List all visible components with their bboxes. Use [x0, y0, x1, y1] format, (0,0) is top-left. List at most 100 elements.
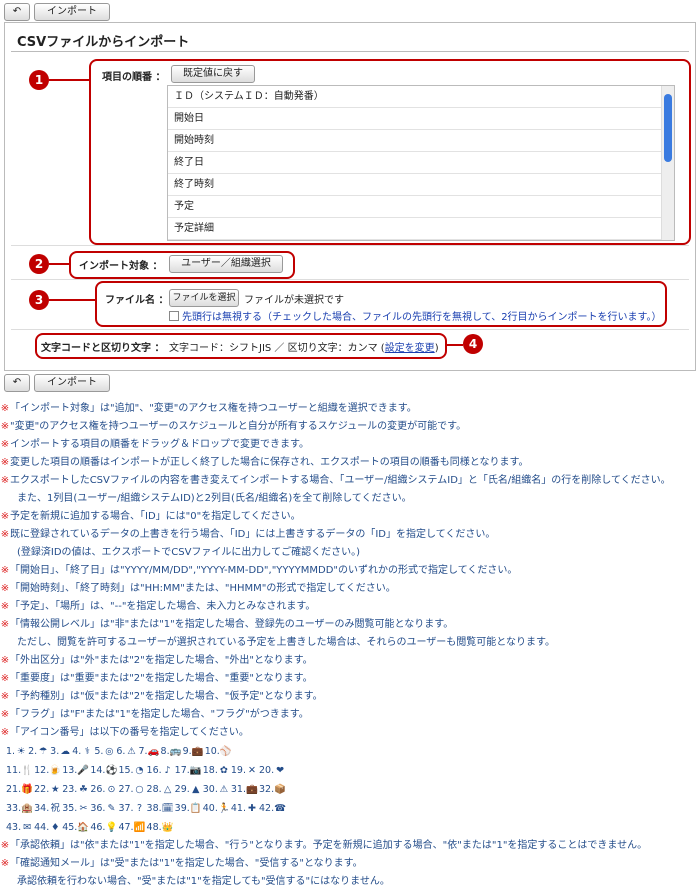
file-status: ファイルが未選択です: [244, 295, 344, 306]
import-button[interactable]: インポート: [34, 3, 110, 21]
order-list-scrollbar[interactable]: [661, 86, 674, 240]
order-list-item[interactable]: 開始時刻: [168, 130, 674, 152]
icon-number: 26.: [90, 784, 106, 795]
icon-number: 35.: [62, 803, 78, 814]
help-note: ※インポートする項目の順番をドラッグ＆ドロップで変更できます。: [0, 436, 700, 454]
schedule-icon: ☁: [60, 746, 70, 757]
schedule-icon: ☂: [38, 746, 48, 757]
icon-number: 45.: [62, 822, 78, 833]
icon-number: 10.: [204, 746, 220, 757]
schedule-icon: ⚕: [84, 746, 90, 757]
asterisk-icon: ※: [0, 421, 10, 432]
icon-number-item: 29. ▲: [175, 780, 202, 799]
select-user-org-button[interactable]: ユーザー／組織選択: [169, 255, 283, 273]
page-title: CSVファイルからインポート: [17, 35, 190, 50]
icon-number: 37.: [118, 803, 134, 814]
encoding-label: 文字コードと区切り文字 ：: [41, 343, 165, 354]
icon-number-item: 36. ✎: [90, 799, 117, 818]
arrow-back-icon: ↶: [12, 6, 22, 17]
icon-number: 48.: [146, 822, 162, 833]
schedule-icon: 🚌: [169, 746, 182, 757]
reset-order-button[interactable]: 既定値に戻す: [171, 65, 255, 83]
order-label: 項目の順番 ：: [102, 72, 166, 83]
schedule-icon: 📷: [189, 765, 202, 776]
help-note: ※「予定」、「場所」は、"--"を指定した場合、未入力とみなされます。: [0, 598, 700, 616]
back-button[interactable]: ↶: [4, 3, 30, 21]
schedule-icon: ✎: [107, 803, 116, 814]
schedule-icon: 🏃: [217, 803, 230, 814]
skip-header-checkbox[interactable]: [169, 311, 179, 321]
divider: [11, 245, 689, 246]
icon-number: 6.: [116, 746, 126, 757]
order-list-item[interactable]: 予定詳細: [168, 218, 674, 240]
help-note: ただし、閲覧を許可するユーザーが選択されている予定を上書きした場合は、それらのユ…: [0, 634, 700, 652]
schedule-icon: ✚: [248, 803, 256, 814]
order-list-item[interactable]: 終了時刻: [168, 174, 674, 196]
callout-leader-2: [49, 263, 69, 265]
help-note: ※エクスポートしたCSVファイルの内容を書き変えてインポートする場合、「ユーザー…: [0, 472, 700, 490]
order-list[interactable]: ＩＤ（システムＩＤ：自動発番）開始日開始時刻終了日終了時刻予定予定詳細場所: [167, 85, 675, 241]
icon-number-item: 32.📦: [259, 780, 286, 799]
choose-file-button[interactable]: ファイルを選択: [169, 289, 239, 307]
icon-number-item: 27. ○: [118, 780, 145, 799]
help-note: ※"変更"のアクセス権を持つユーザーのスケジュールと自分が所有するスケジュールの…: [0, 418, 700, 436]
icon-number: 44.: [34, 822, 50, 833]
schedule-icon: ○: [135, 784, 144, 795]
order-list-item[interactable]: 開始日: [168, 108, 674, 130]
icon-number: 14.: [90, 765, 106, 776]
help-note-text: 「インポート対象」は"追加"、"変更"のアクセス権を持つユーザーと組織を選択でき…: [10, 403, 417, 414]
order-list-item[interactable]: 予定: [168, 196, 674, 218]
help-note-text: 「フラグ」は"F"または"1"を指定した場合、"フラグ"がつきます。: [10, 709, 309, 720]
order-list-item[interactable]: 終了日: [168, 152, 674, 174]
bottom-toolbar: ↶ インポート: [4, 374, 110, 392]
order-list-item[interactable]: ＩＤ（システムＩＤ：自動発番）: [168, 86, 674, 108]
schedule-icon: ✕: [248, 765, 256, 776]
asterisk-icon: ※: [0, 457, 10, 468]
encoding-value: 文字コード：シフトJIS ／ 区切り文字：カンマ (設定を変更): [169, 339, 439, 354]
icon-number: 40.: [202, 803, 218, 814]
schedule-icon: ?: [137, 803, 143, 814]
import-button-bottom[interactable]: インポート: [34, 374, 110, 392]
icon-number-item: 15. ◔: [118, 761, 145, 780]
icon-number: 32.: [258, 784, 275, 795]
schedule-icon: 🏨: [21, 803, 34, 814]
help-note: また、1列目(ユーザー/組織システムID)と2列目(氏名/組織名)を全て削除して…: [0, 490, 700, 508]
schedule-icon: 🚗: [147, 746, 160, 757]
back-button-bottom[interactable]: ↶: [4, 374, 30, 392]
icon-number-item: 5. ◎: [94, 742, 115, 761]
schedule-icon: ⚽: [105, 765, 118, 776]
skip-header-option[interactable]: 先頭行は無視する（チェックした場合、ファイルの先頭行を無視して、2行目からインポ…: [169, 308, 662, 323]
scroll-thumb[interactable]: [664, 94, 672, 162]
help-note-text: 「予約種別」は"仮"または"2"を指定した場合、"仮予定"となります。: [10, 691, 323, 702]
schedule-icon: ⚠: [219, 784, 229, 795]
schedule-icon: 🗓: [161, 803, 174, 814]
schedule-icon: 🍺: [49, 765, 62, 776]
help-note-text: 「重要度」は"重要"または"2"を指定した場合、"重要"となります。: [10, 673, 313, 684]
icon-number-row: 11.🍴12.🍺13.🎤14.⚽15. ◔ 16. ♪ 17.📷18. ✿ 19. ✕ 20. ❤: [0, 761, 700, 780]
schedule-icon: ◔: [135, 765, 144, 776]
title-divider: [11, 51, 689, 52]
icon-number: 27.: [118, 784, 134, 795]
asterisk-icon: ※: [0, 511, 10, 522]
icon-number-item: 26. ⊙: [90, 780, 117, 799]
icon-number-item: 35. ✂: [62, 799, 89, 818]
icon-number: 1.: [6, 746, 16, 757]
schedule-icon: ☘: [79, 784, 88, 795]
callout-badge-3: 3: [29, 290, 49, 310]
help-note: ※「アイコン番号」は以下の番号を指定してください。: [0, 724, 700, 742]
schedule-icon: ★: [50, 784, 60, 795]
icon-number: 20.: [258, 765, 275, 776]
help-note: ※「情報公開レベル」は"非"または"1"を指定した場合、登録先のユーザーのみ閲覧…: [0, 616, 700, 634]
help-note: ※「重要度」は"重要"または"2"を指定した場合、"重要"となります。: [0, 670, 700, 688]
icon-number-item: 30. ⚠: [203, 780, 230, 799]
help-note: ※既に登録されているデータの上書きを行う場合、「ID」には上書きするデータの「I…: [0, 526, 700, 544]
asterisk-icon: ※: [0, 583, 10, 594]
change-settings-link[interactable]: 設定を変更: [385, 343, 435, 354]
schedule-icon: 祝: [50, 803, 60, 814]
order-list-item[interactable]: 場所: [168, 240, 674, 241]
icon-number-item: 17.📷: [175, 761, 202, 780]
icon-number: 28.: [146, 784, 162, 795]
icon-number-item: 6. ⚠: [116, 742, 137, 761]
schedule-icon: 🏠: [77, 822, 90, 833]
help-note: ※予定を新規に追加する場合、「ID」には"0"を指定してください。: [0, 508, 700, 526]
